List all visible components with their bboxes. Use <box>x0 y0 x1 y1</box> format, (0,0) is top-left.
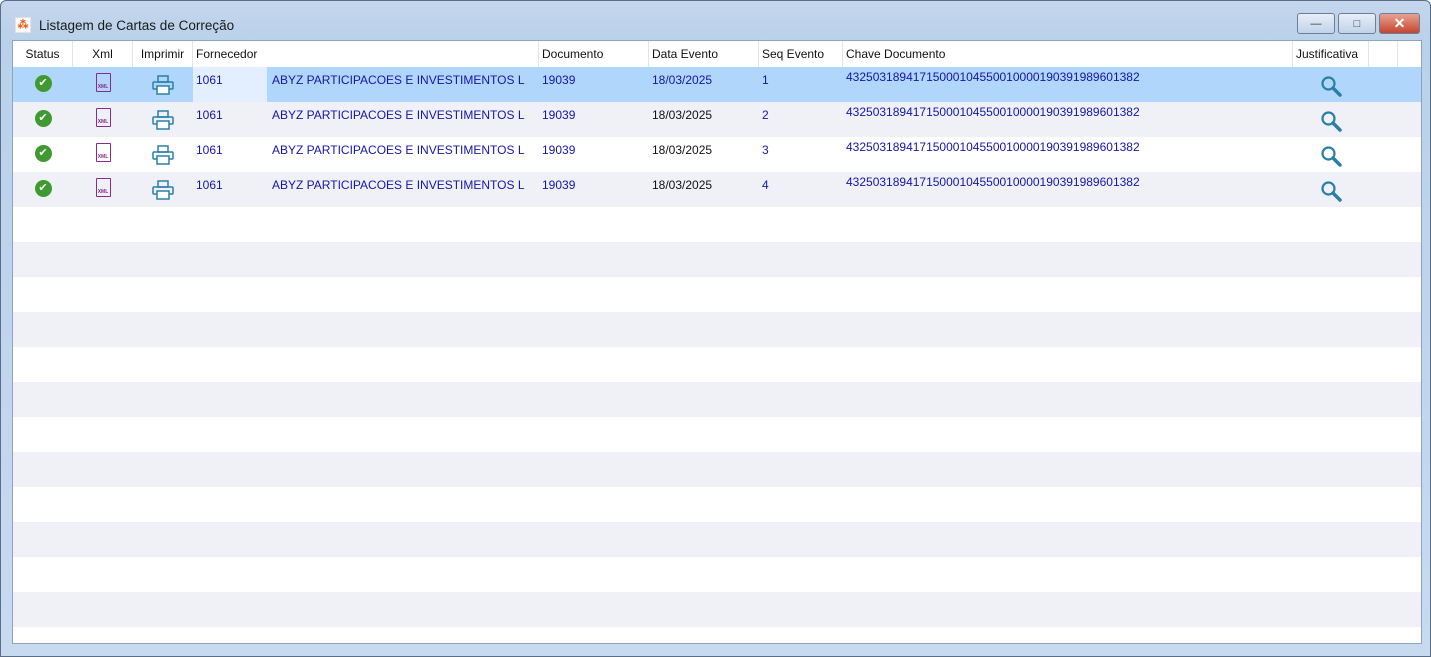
xml-cell: XML <box>73 172 133 207</box>
documento-cell: 19039 <box>542 73 576 87</box>
justificativa-cell <box>1293 172 1369 207</box>
data-evento-cell: 18/03/2025 <box>652 73 713 87</box>
xml-file-icon[interactable]: XML <box>95 178 111 197</box>
header-documento[interactable]: Documento <box>539 41 649 67</box>
data-evento-cell: 18/03/2025 <box>652 143 713 157</box>
status-cell: ✔ <box>13 102 73 137</box>
status-cell: ✔ <box>13 137 73 172</box>
chave-cell: 4325031894171500010455001000019039198960… <box>846 140 1140 154</box>
documento-cell: 19039 <box>542 178 576 192</box>
seq-evento-cell: 1 <box>762 73 769 87</box>
header-filler <box>1369 41 1398 67</box>
magnifier-icon[interactable] <box>1320 110 1342 132</box>
print-cell <box>133 102 193 137</box>
seq-evento-cell: 3 <box>762 143 769 157</box>
fornecedor-code: 1061 <box>196 108 223 122</box>
check-circle-icon: ✔ <box>34 75 52 92</box>
fornecedor-name: ABYZ PARTICIPACOES E INVESTIMENTOS L <box>272 143 525 157</box>
maximize-icon: □ <box>1353 17 1361 30</box>
grid-header: Status Xml Imprimir Fornecedor Documento… <box>13 41 1421 67</box>
table-row[interactable]: ✔ XML 1061 ABYZ PARTICIPACOES E INVESTIM… <box>13 67 1421 102</box>
header-data-evento[interactable]: Data Evento <box>649 41 759 67</box>
print-cell <box>133 137 193 172</box>
title-bar: ⁂ Listagem de Cartas de Correção <box>15 15 234 35</box>
header-imprimir[interactable]: Imprimir <box>133 41 193 67</box>
chave-cell: 4325031894171500010455001000019039198960… <box>846 175 1140 189</box>
close-button[interactable]: ✕ <box>1379 13 1420 34</box>
fornecedor-name: ABYZ PARTICIPACOES E INVESTIMENTOS L <box>272 73 525 87</box>
table-row[interactable]: ✔ XML 1061 ABYZ PARTICIPACOES E INVESTIM… <box>13 172 1421 207</box>
fornecedor-code: 1061 <box>193 67 267 102</box>
minimize-icon: — <box>1310 17 1322 30</box>
magnifier-icon[interactable] <box>1320 145 1342 167</box>
status-cell: ✔ <box>13 172 73 207</box>
fornecedor-name: ABYZ PARTICIPACOES E INVESTIMENTOS L <box>272 108 525 122</box>
header-xml[interactable]: Xml <box>73 41 133 67</box>
check-circle-icon: ✔ <box>34 180 52 197</box>
justificativa-cell <box>1293 102 1369 137</box>
close-icon: ✕ <box>1393 15 1406 31</box>
app-icon: ⁂ <box>15 17 31 33</box>
print-cell <box>133 172 193 207</box>
fornecedor-code: 1061 <box>196 143 223 157</box>
data-evento-cell: 18/03/2025 <box>652 108 713 122</box>
xml-cell: XML <box>73 102 133 137</box>
chave-cell: 4325031894171500010455001000019039198960… <box>846 105 1140 119</box>
printer-icon[interactable] <box>152 180 174 200</box>
print-cell <box>133 67 193 102</box>
maximize-button[interactable]: □ <box>1338 13 1376 34</box>
xml-cell: XML <box>73 67 133 102</box>
table-row[interactable]: ✔ XML 1061 ABYZ PARTICIPACOES E INVESTIM… <box>13 137 1421 172</box>
magnifier-icon[interactable] <box>1320 75 1342 97</box>
window: ⁂ Listagem de Cartas de Correção — □ ✕ S… <box>0 0 1431 657</box>
grid-body: ✔ XML 1061 ABYZ PARTICIPACOES E INVESTIM… <box>13 67 1421 643</box>
fornecedor-name: ABYZ PARTICIPACOES E INVESTIMENTOS L <box>272 178 525 192</box>
header-status[interactable]: Status <box>13 41 73 67</box>
documento-cell: 19039 <box>542 108 576 122</box>
header-chave-documento[interactable]: Chave Documento <box>843 41 1293 67</box>
chave-cell: 4325031894171500010455001000019039198960… <box>846 70 1140 84</box>
header-justificativa[interactable]: Justificativa <box>1293 41 1369 67</box>
fornecedor-code: 1061 <box>196 178 223 192</box>
check-circle-icon: ✔ <box>34 145 52 162</box>
header-fornecedor[interactable]: Fornecedor <box>193 41 539 67</box>
status-cell: ✔ <box>13 67 73 102</box>
cartas-grid[interactable]: Status Xml Imprimir Fornecedor Documento… <box>12 40 1422 644</box>
printer-icon[interactable] <box>152 75 174 95</box>
check-circle-icon: ✔ <box>34 110 52 127</box>
minimize-button[interactable]: — <box>1297 13 1335 34</box>
printer-icon[interactable] <box>152 145 174 165</box>
header-seq-evento[interactable]: Seq Evento <box>759 41 843 67</box>
seq-evento-cell: 4 <box>762 178 769 192</box>
data-evento-cell: 18/03/2025 <box>652 178 713 192</box>
xml-cell: XML <box>73 137 133 172</box>
justificativa-cell <box>1293 137 1369 172</box>
xml-file-icon[interactable]: XML <box>95 143 111 162</box>
table-row[interactable]: ✔ XML 1061 ABYZ PARTICIPACOES E INVESTIM… <box>13 102 1421 137</box>
printer-icon[interactable] <box>152 110 174 130</box>
xml-file-icon[interactable]: XML <box>95 73 111 92</box>
magnifier-icon[interactable] <box>1320 180 1342 202</box>
justificativa-cell <box>1293 67 1369 102</box>
window-title: Listagem de Cartas de Correção <box>39 17 235 33</box>
seq-evento-cell: 2 <box>762 108 769 122</box>
xml-file-icon[interactable]: XML <box>95 108 111 127</box>
documento-cell: 19039 <box>542 143 576 157</box>
